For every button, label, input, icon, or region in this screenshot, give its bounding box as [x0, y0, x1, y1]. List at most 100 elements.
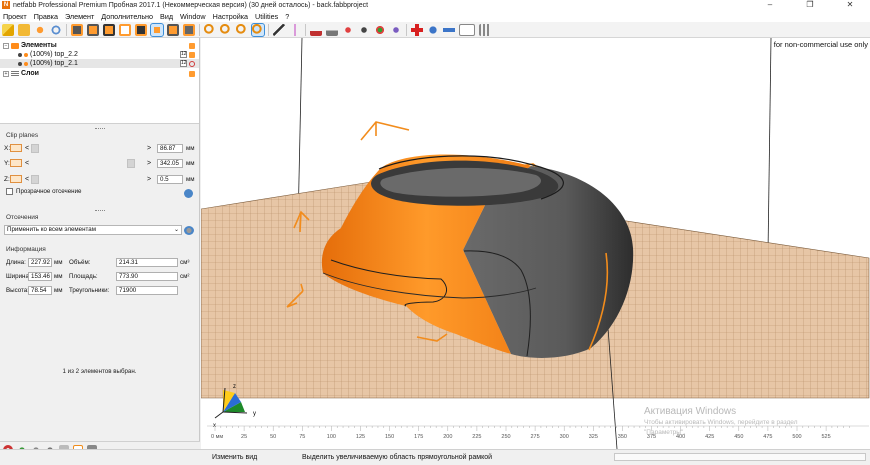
- view-left-icon[interactable]: [103, 23, 115, 36]
- undo-arrow-icon[interactable]: [34, 23, 46, 36]
- menu-view[interactable]: Вид: [160, 12, 173, 21]
- splitter-grip[interactable]: [95, 128, 105, 130]
- clip-row-y: Y: < > 342.05 мм: [4, 158, 198, 168]
- move-icon[interactable]: [289, 23, 301, 36]
- ruler-label: 350: [618, 434, 627, 440]
- tree-row-elements[interactable]: − Элементы: [0, 41, 199, 50]
- width-unit: мм: [54, 273, 63, 280]
- status-mode: Изменить вид: [212, 454, 258, 461]
- ruler-label: 175: [414, 434, 423, 440]
- shell-icon[interactable]: [443, 23, 455, 36]
- ruler-label: 225: [472, 434, 481, 440]
- tools-icon[interactable]: [390, 23, 402, 36]
- refresh-icon[interactable]: [50, 23, 62, 36]
- warning-icon[interactable]: [189, 60, 195, 67]
- menu-help[interactable]: ?: [285, 12, 289, 21]
- view-iso-icon[interactable]: [167, 23, 179, 36]
- zoom-rect-icon[interactable]: [251, 22, 265, 37]
- open-folder-icon[interactable]: [18, 23, 30, 36]
- clip-row-x: X: < > 86.87 мм: [4, 143, 198, 153]
- select-cursor-icon[interactable]: [273, 23, 285, 36]
- toolbar-separator: [199, 23, 200, 36]
- maximize-button[interactable]: ❐: [790, 0, 830, 10]
- height-unit: мм: [54, 287, 63, 294]
- repair-icon[interactable]: [342, 23, 354, 36]
- slice-icon[interactable]: [374, 23, 386, 36]
- minimize-button[interactable]: –: [750, 0, 790, 10]
- menu-element[interactable]: Элемент: [65, 12, 94, 21]
- watermark-title: Активация Windows: [644, 406, 737, 417]
- close-button[interactable]: ✕: [830, 0, 870, 10]
- clip-gt[interactable]: >: [147, 145, 151, 152]
- transparent-cut-row[interactable]: Прозрачное отсечение: [6, 188, 81, 195]
- 3d-viewport[interactable]: z y x 0 мм 25 50 75 100 125 150 175 200 225 250 275…: [201, 38, 870, 449]
- menu-utilities[interactable]: Utilities: [255, 12, 278, 21]
- clip-value-y[interactable]: 342.05: [157, 158, 183, 168]
- part-label: (100%) top_2.2: [30, 51, 78, 58]
- scene-svg: z y x 0 мм 25 50 75 100 125 150 175 200 225 250 275…: [201, 38, 870, 449]
- menu-extras[interactable]: Дополнительно: [101, 12, 153, 21]
- menu-window[interactable]: Window: [180, 12, 206, 21]
- analysis-icon[interactable]: [427, 23, 439, 36]
- view-top-icon[interactable]: [135, 23, 147, 36]
- tree-row-part[interactable]: (100%) top_2.1 12: [0, 59, 199, 68]
- view-back-icon[interactable]: [87, 23, 99, 36]
- bounding-marker: [360, 121, 410, 141]
- tree-row-part[interactable]: (100%) top_2.2 12: [0, 50, 199, 59]
- clip-plane-y-icon[interactable]: [10, 159, 22, 167]
- menu-project[interactable]: Проект: [3, 12, 27, 21]
- clip-plane-x-icon[interactable]: [10, 144, 22, 152]
- clip-slider-thumb[interactable]: [127, 158, 136, 168]
- view-front-icon[interactable]: [71, 23, 83, 36]
- length-value: 227.92: [28, 258, 52, 267]
- clip-lt[interactable]: <: [25, 145, 29, 152]
- clip-lt[interactable]: <: [25, 160, 29, 167]
- cut-tool-icon[interactable]: [184, 226, 194, 235]
- clip-slider-thumb[interactable]: [31, 143, 40, 153]
- zoom-fit-icon[interactable]: [220, 23, 232, 36]
- netfabb-logo-icon: N: [2, 1, 10, 9]
- menu-edit[interactable]: Правка: [34, 12, 58, 21]
- measure-icon[interactable]: [310, 23, 322, 36]
- cut-icon[interactable]: [326, 23, 338, 36]
- transparent-cut-checkbox[interactable]: [6, 188, 13, 195]
- clip-value-x[interactable]: 86.87: [157, 143, 183, 153]
- clip-gt[interactable]: >: [147, 176, 151, 183]
- area-label: Площадь:: [69, 273, 98, 280]
- add-part-icon[interactable]: [411, 23, 423, 36]
- zoom-in-icon[interactable]: [204, 23, 216, 36]
- clip-plane-z-icon[interactable]: [10, 175, 22, 183]
- clip-planes-title: Clip planes: [6, 132, 39, 139]
- folder-add-icon[interactable]: [189, 51, 195, 58]
- clip-value-z[interactable]: 0.5: [157, 174, 183, 184]
- view-persp-icon[interactable]: [183, 23, 195, 36]
- view-bottom-icon[interactable]: [150, 22, 164, 37]
- cuts-apply-select[interactable]: Применить ко всем элементам ⌄: [4, 225, 182, 235]
- visibility-icon[interactable]: [18, 61, 22, 66]
- folder-add-icon[interactable]: [189, 42, 195, 49]
- menu-settings[interactable]: Настройка: [213, 12, 248, 21]
- axis-z-label: z: [233, 384, 236, 390]
- axis-y-label: y: [253, 411, 256, 417]
- window-title: netfabb Professional Premium Пробная 201…: [13, 1, 369, 9]
- status-progress: [614, 453, 866, 461]
- visibility-icon[interactable]: [18, 52, 22, 57]
- expand-toggle-icon[interactable]: +: [3, 70, 9, 77]
- clip-slider-thumb[interactable]: [31, 174, 40, 184]
- collapse-toggle-icon[interactable]: −: [3, 42, 9, 49]
- apply-clip-icon[interactable]: [184, 189, 193, 198]
- splitter-grip[interactable]: [95, 210, 105, 212]
- tree-row-layers[interactable]: + Слои: [0, 69, 199, 78]
- view-right-icon[interactable]: [119, 23, 131, 36]
- new-project-icon[interactable]: [2, 23, 14, 36]
- build-volume-edge: [767, 38, 772, 254]
- window-controls: – ❐ ✕: [750, 0, 870, 10]
- pattern-icon[interactable]: [479, 23, 491, 36]
- folder-add-icon[interactable]: [189, 70, 195, 77]
- support-icon[interactable]: [358, 23, 370, 36]
- clip-lt[interactable]: <: [25, 176, 29, 183]
- chevron-down-icon[interactable]: ⌄: [174, 226, 179, 234]
- clip-gt[interactable]: >: [147, 160, 151, 167]
- zoom-out-icon[interactable]: [236, 23, 248, 36]
- label-abc-icon[interactable]: [459, 23, 475, 36]
